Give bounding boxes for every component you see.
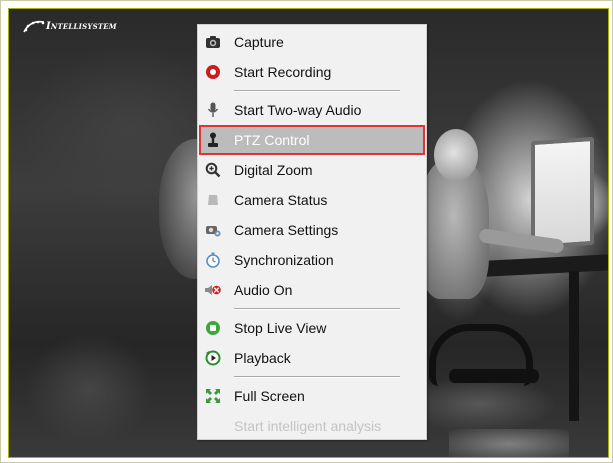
stop-live-icon [204, 319, 222, 337]
microphone-icon [204, 101, 222, 119]
menu-item-camera-status[interactable]: Camera Status [198, 185, 426, 215]
menu-item-label: Full Screen [234, 388, 305, 404]
context-menu: Capture Start Recording Start Two-way Au… [197, 24, 427, 440]
menu-item-label: Start Recording [234, 64, 332, 80]
menu-item-stop-live-view[interactable]: Stop Live View [198, 313, 426, 343]
settings-icon [204, 221, 222, 239]
menu-item-two-way-audio[interactable]: Start Two-way Audio [198, 95, 426, 125]
menu-item-start-recording[interactable]: Start Recording [198, 57, 426, 87]
status-icon [204, 191, 222, 209]
menu-item-label: Stop Live View [234, 320, 327, 336]
menu-item-audio-on[interactable]: Audio On [198, 275, 426, 305]
menu-item-ptz-control[interactable]: PTZ Control [199, 125, 425, 155]
camera-icon [204, 33, 222, 51]
menu-item-label: PTZ Control [234, 132, 310, 148]
fullscreen-icon [204, 387, 222, 405]
menu-separator [198, 373, 426, 381]
playback-icon [204, 349, 222, 367]
menu-item-label: Start Two-way Audio [234, 102, 362, 118]
video-desk-leg [569, 271, 579, 421]
menu-item-label: Synchronization [234, 252, 334, 268]
menu-separator [198, 87, 426, 95]
video-chair-seat [449, 369, 539, 383]
menu-item-capture[interactable]: Capture [198, 27, 426, 57]
menu-separator [198, 305, 426, 313]
record-icon [204, 63, 222, 81]
menu-item-label: Camera Settings [234, 222, 339, 238]
menu-item-label: Start intelligent analysis [234, 418, 382, 434]
menu-item-label: Capture [234, 34, 284, 50]
menu-item-label: Audio On [234, 282, 293, 298]
menu-item-synchronization[interactable]: Synchronization [198, 245, 426, 275]
video-floor-light [449, 429, 569, 457]
menu-item-full-screen[interactable]: Full Screen [198, 381, 426, 411]
logo-text: Intellisystem [46, 21, 117, 32]
speaker-icon [204, 281, 222, 299]
menu-item-camera-settings[interactable]: Camera Settings [198, 215, 426, 245]
zoom-icon [204, 161, 222, 179]
menu-item-label: Digital Zoom [234, 162, 313, 178]
blank-icon [204, 417, 222, 435]
video-monitor [531, 136, 594, 250]
menu-item-playback[interactable]: Playback [198, 343, 426, 373]
menu-item-digital-zoom[interactable]: Digital Zoom [198, 155, 426, 185]
joystick-icon [204, 131, 222, 149]
menu-item-intelligent-analysis: Start intelligent analysis [198, 411, 426, 441]
video-child-head [434, 129, 478, 181]
sync-icon [204, 251, 222, 269]
menu-item-label: Playback [234, 350, 291, 366]
menu-item-label: Camera Status [234, 192, 328, 208]
